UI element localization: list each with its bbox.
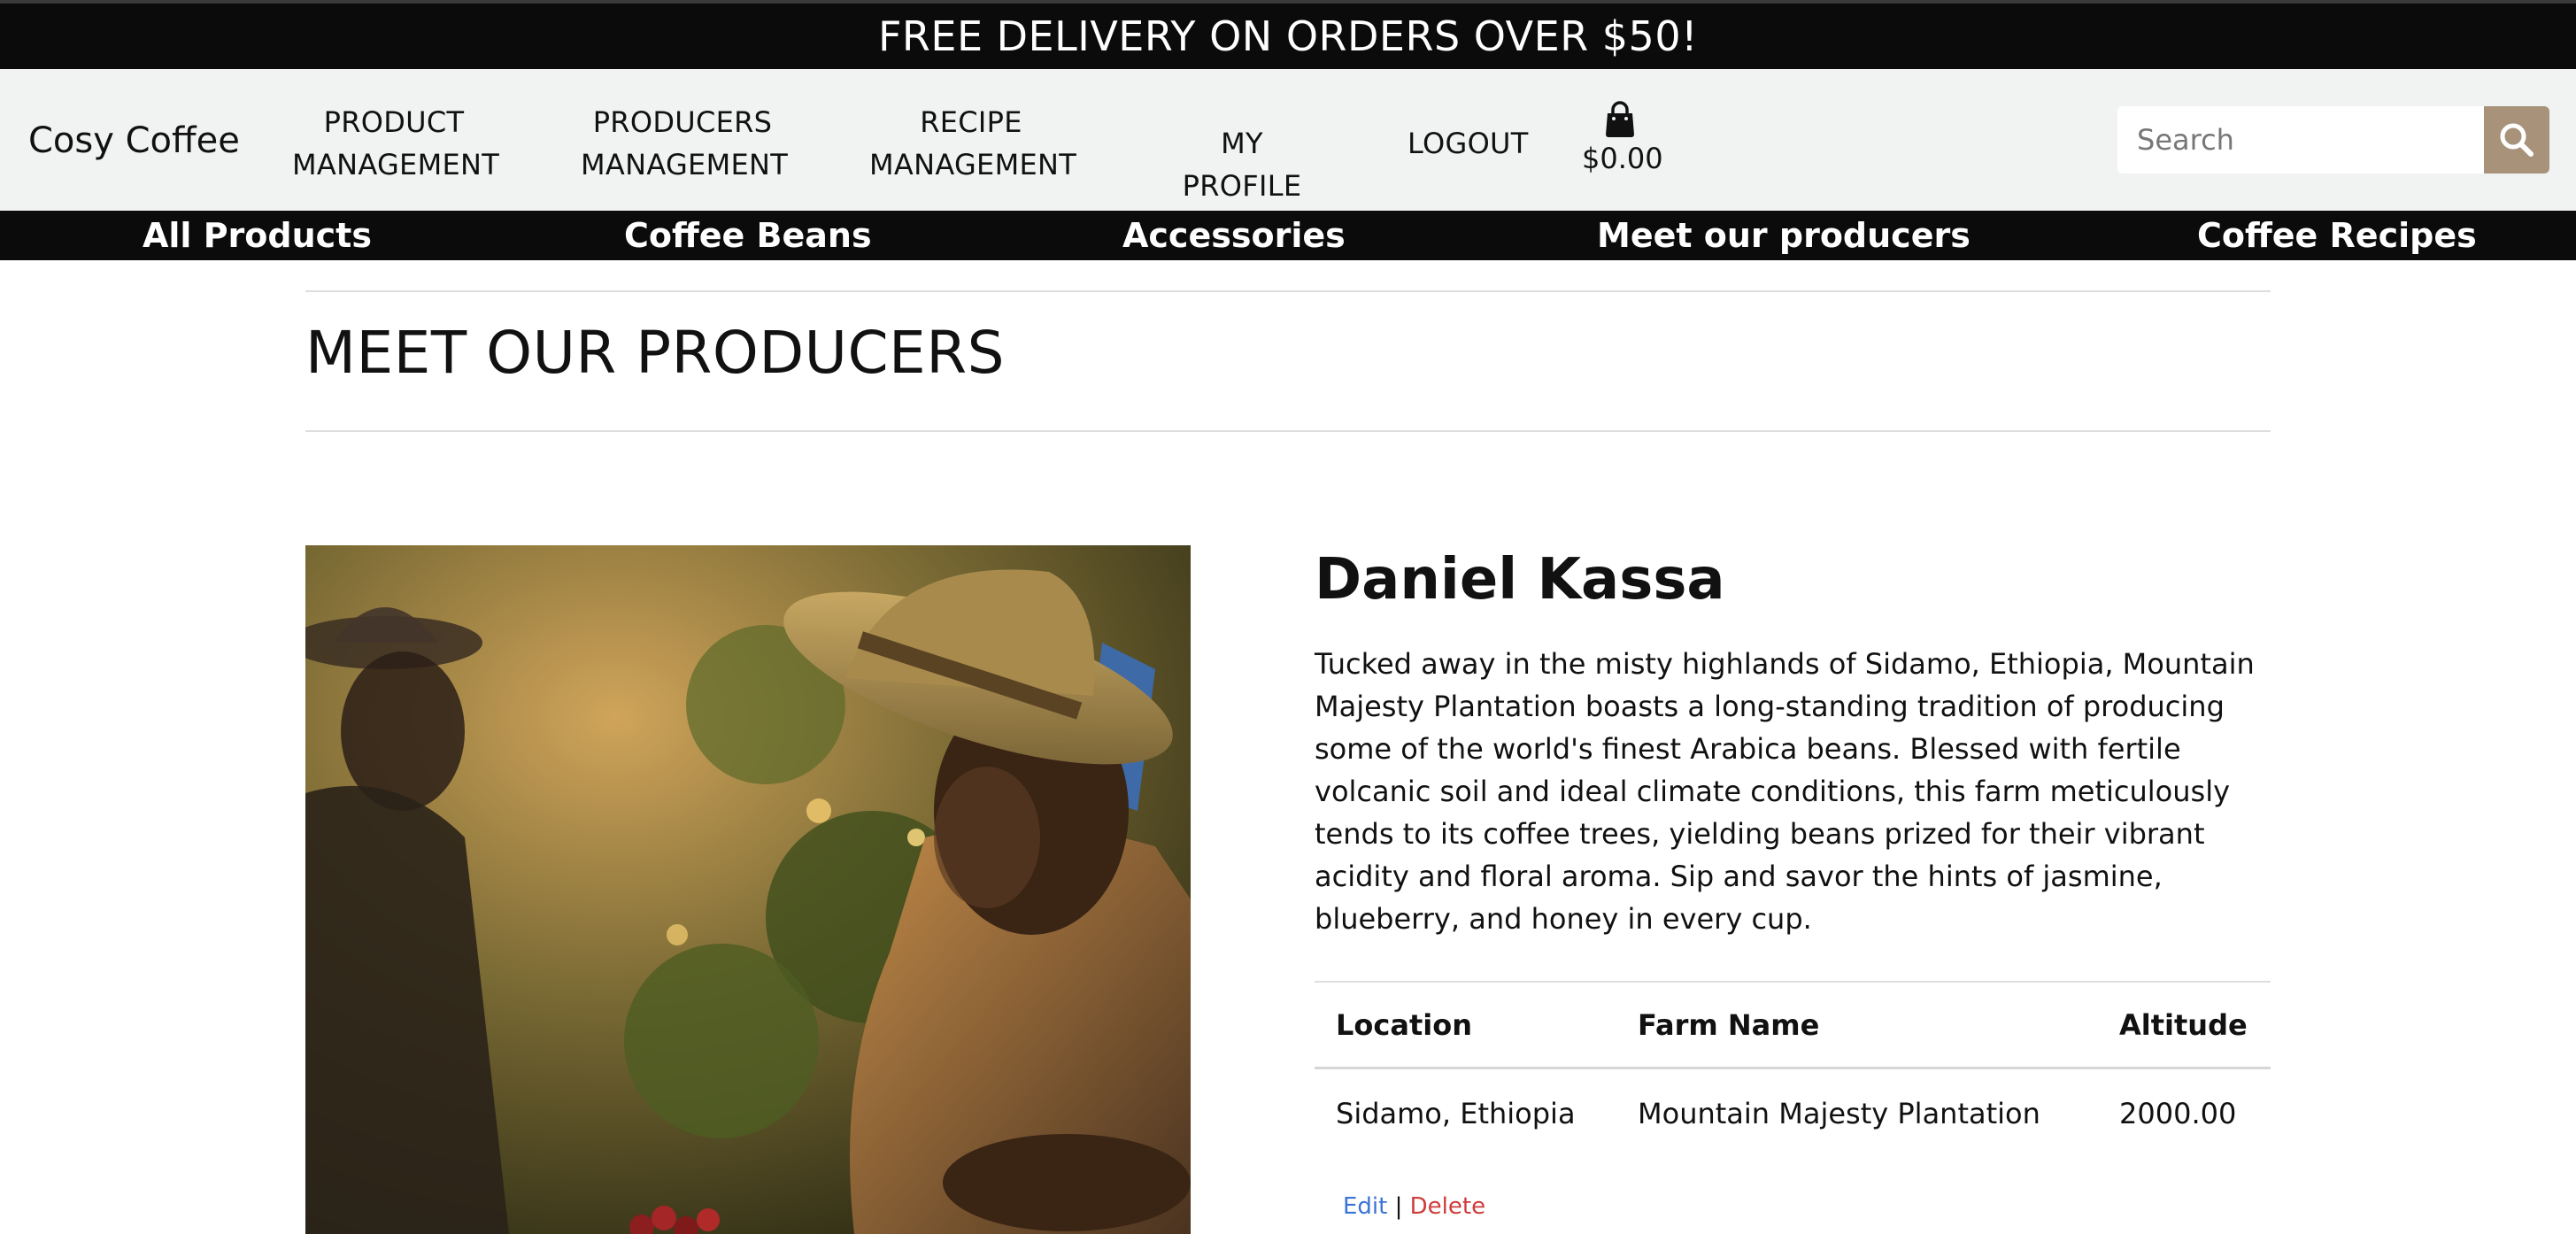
- nav-label-line1: PRODUCT: [323, 105, 465, 139]
- shopping-bag-icon: [1606, 101, 1634, 137]
- nav-my-profile[interactable]: MY PROFILE: [1158, 122, 1326, 207]
- producer-description: Tucked away in the misty highlands of Si…: [1315, 647, 2255, 936]
- cell-location: Sidamo, Ethiopia: [1336, 1097, 1576, 1130]
- divider: [305, 430, 2271, 432]
- category-accessories[interactable]: Accessories: [1122, 211, 1346, 260]
- nav-label-line1: PRODUCERS: [592, 105, 773, 139]
- column-header-farm-name: Farm Name: [1638, 1007, 1820, 1042]
- nav-producers-management[interactable]: PRODUCERS MANAGEMENT: [581, 101, 789, 186]
- search-icon: [2500, 123, 2534, 157]
- search-form: [2117, 106, 2549, 174]
- nav-label-line2: MANAGEMENT: [869, 148, 1077, 181]
- search-input[interactable]: [2117, 106, 2484, 174]
- cart-button[interactable]: $0.00: [1582, 101, 1663, 175]
- category-coffee-recipes[interactable]: Coffee Recipes: [2197, 211, 2477, 260]
- producer-actions: Edit | Delete: [1343, 1193, 1485, 1220]
- producer-details-table: Location Farm Name Altitude Sidamo, Ethi…: [1315, 981, 2271, 1158]
- column-header-location: Location: [1336, 1007, 1472, 1042]
- search-button[interactable]: [2484, 106, 2549, 174]
- nav-label-line2: MANAGEMENT: [292, 148, 500, 181]
- nav-label-line2: MANAGEMENT: [581, 148, 789, 181]
- nav-label-line1: RECIPE: [920, 105, 1022, 139]
- category-meet-our-producers[interactable]: Meet our producers: [1597, 211, 1971, 260]
- nav-label: MY PROFILE: [1182, 127, 1302, 203]
- divider: [305, 290, 2271, 292]
- cell-farm-name: Mountain Majesty Plantation: [1638, 1097, 2040, 1130]
- table-row: Sidamo, Ethiopia Mountain Majesty Planta…: [1315, 1069, 2271, 1158]
- nav-label: LOGOUT: [1408, 127, 1529, 160]
- delete-link[interactable]: Delete: [1410, 1193, 1485, 1220]
- cart-total: $0.00: [1582, 142, 1663, 175]
- column-header-altitude: Altitude: [2119, 1007, 2248, 1042]
- free-delivery-banner: FREE DELIVERY ON ORDERS OVER $50!: [0, 0, 2576, 69]
- nav-product-management[interactable]: PRODUCT MANAGEMENT: [292, 101, 500, 186]
- nav-logout[interactable]: LOGOUT: [1408, 122, 1528, 165]
- category-all-products[interactable]: All Products: [143, 211, 372, 260]
- brand-logo[interactable]: Cosy Coffee: [28, 120, 240, 161]
- banner-text: FREE DELIVERY ON ORDERS OVER $50!: [877, 12, 1699, 60]
- main-navbar: Cosy Coffee PRODUCT MANAGEMENT PRODUCERS…: [0, 69, 2576, 211]
- category-nav: All Products Coffee Beans Accessories Me…: [0, 211, 2576, 260]
- producer-name: Daniel Kassa: [1315, 547, 1725, 613]
- producer-photo: [305, 545, 1191, 1234]
- table-header-row: Location Farm Name Altitude: [1315, 981, 2271, 1069]
- nav-recipe-management[interactable]: RECIPE MANAGEMENT: [869, 101, 1077, 186]
- producer-photo-illustration: [305, 545, 1191, 1234]
- edit-link[interactable]: Edit: [1343, 1193, 1387, 1220]
- category-coffee-beans[interactable]: Coffee Beans: [624, 211, 872, 260]
- cell-altitude: 2000.00: [2119, 1097, 2237, 1130]
- page-title: MEET OUR PRODUCERS: [305, 319, 1006, 387]
- action-separator: |: [1394, 1193, 1403, 1220]
